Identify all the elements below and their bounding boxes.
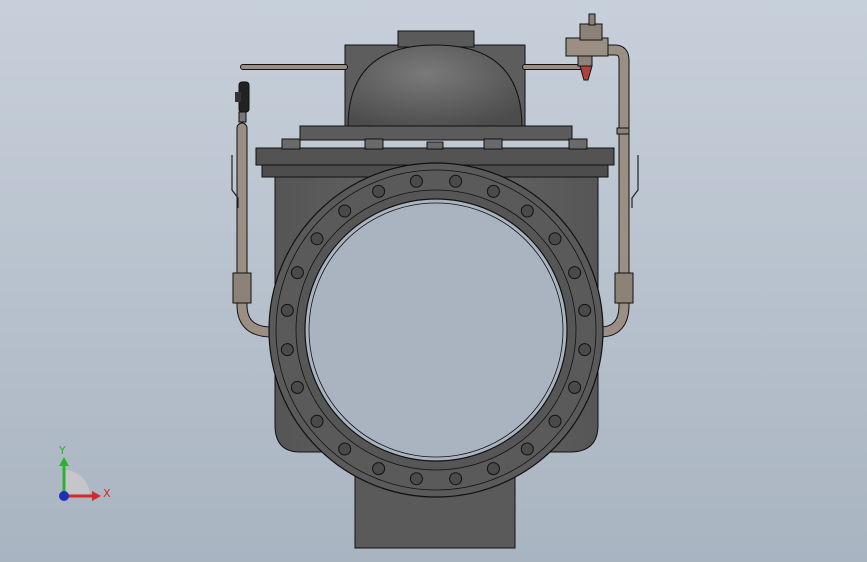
triad-z-axis: [59, 491, 69, 501]
right-fitting: [614, 272, 634, 304]
bolt-hole: [409, 472, 423, 486]
bolt-hole: [578, 343, 592, 357]
bolt-hole: [520, 442, 534, 456]
bolt-hole: [548, 232, 562, 246]
bolt-hole: [520, 204, 534, 218]
bolt-hole: [486, 184, 500, 198]
bolt-hole: [548, 414, 562, 428]
bolt-hole: [449, 472, 463, 486]
valve-model-view[interactable]: Y X: [0, 0, 867, 562]
inlet-flange: [268, 162, 604, 498]
bolt-hole: [338, 442, 352, 456]
bolt-hole: [310, 232, 324, 246]
bolt-hole: [290, 380, 304, 394]
bolt-hole: [372, 462, 386, 476]
right-collar: [616, 127, 630, 135]
triad-x-label: X: [103, 487, 111, 500]
bolt-hole: [568, 380, 582, 394]
left-fitting: [232, 272, 252, 304]
triad-y-label: Y: [58, 444, 66, 457]
bolt-hole: [568, 266, 582, 280]
cover-plate: [299, 125, 573, 141]
bolt-hole: [290, 266, 304, 280]
bolt-hole: [280, 343, 294, 357]
bolt-hole: [280, 303, 294, 317]
cad-viewport[interactable]: Y X: [0, 0, 867, 562]
bolt-hole: [338, 204, 352, 218]
bolt-hole: [578, 303, 592, 317]
bolt-hole: [486, 462, 500, 476]
bolt-hole: [449, 174, 463, 188]
bolt-hole: [409, 174, 423, 188]
bolt-hole: [310, 414, 324, 428]
bolt-hole: [372, 184, 386, 198]
